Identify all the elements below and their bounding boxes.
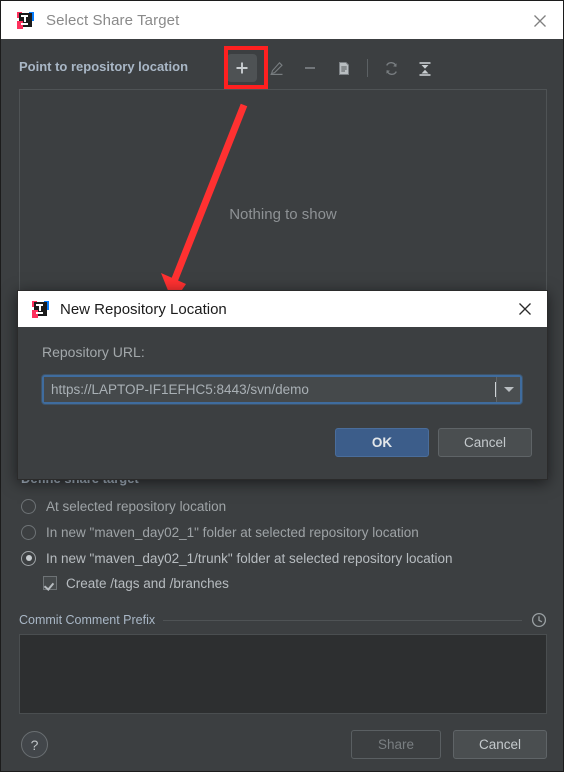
intellij-idea-logo-icon xyxy=(32,300,49,318)
help-button[interactable]: ? xyxy=(21,731,48,758)
repository-url-input[interactable] xyxy=(44,377,495,402)
radio-new-trunk-folder[interactable]: In new "maven_day02_1/trunk" folder at s… xyxy=(21,545,551,571)
radio-at-selected-location[interactable]: At selected repository location xyxy=(21,493,551,519)
select-share-target-window: Select Share Target Point to repository … xyxy=(0,0,564,772)
section-divider xyxy=(163,619,522,621)
repository-url-label: Repository URL: xyxy=(42,344,145,360)
radio-label: At selected repository location xyxy=(46,498,227,514)
intellij-idea-logo-icon xyxy=(17,11,34,29)
close-icon[interactable] xyxy=(516,300,534,318)
radio-indicator-selected xyxy=(21,550,36,566)
radio-indicator xyxy=(21,498,36,514)
share-button[interactable]: Share xyxy=(351,730,441,759)
checkbox-label: Create /tags and /branches xyxy=(66,575,229,591)
edit-repository-location-button[interactable] xyxy=(261,54,291,82)
document-icon xyxy=(339,61,349,75)
close-icon[interactable] xyxy=(531,12,549,30)
plus-icon xyxy=(236,62,248,74)
refresh-button[interactable] xyxy=(376,54,406,82)
ok-button[interactable]: OK xyxy=(335,428,429,457)
chevron-down-icon[interactable] xyxy=(496,377,520,402)
radio-indicator xyxy=(21,524,36,540)
dialog-cancel-button[interactable]: Cancel xyxy=(438,428,532,457)
commit-comment-prefix-label: Commit Comment Prefix xyxy=(19,613,156,627)
clock-history-icon[interactable] xyxy=(531,612,547,628)
collapse-all-icon xyxy=(419,61,431,76)
dialog-body: Repository URL: OK Cancel xyxy=(18,327,547,480)
radio-new-project-folder[interactable]: In new "maven_day02_1" folder at selecte… xyxy=(21,519,551,545)
add-repository-location-button[interactable] xyxy=(227,54,257,82)
dialog-titlebar: New Repository Location xyxy=(18,291,547,327)
create-tags-branches-checkbox[interactable]: Create /tags and /branches xyxy=(43,571,551,595)
repository-url-combobox[interactable] xyxy=(42,375,522,404)
share-target-radio-group: At selected repository location In new "… xyxy=(21,493,551,595)
window-title: Select Share Target xyxy=(46,11,180,29)
collapse-all-button[interactable] xyxy=(410,54,440,82)
pencil-edit-icon xyxy=(270,61,283,75)
remove-repository-location-button[interactable] xyxy=(295,54,325,82)
commit-comment-prefix-input[interactable] xyxy=(19,634,547,714)
refresh-icon xyxy=(385,61,397,75)
new-repository-location-dialog: New Repository Location Repository URL: … xyxy=(17,290,548,480)
minus-icon xyxy=(305,67,315,69)
radio-label: In new "maven_day02_1" folder at selecte… xyxy=(46,524,419,540)
window-titlebar: Select Share Target xyxy=(1,1,563,39)
repository-tree-panel[interactable]: Nothing to show xyxy=(19,89,547,294)
toolbar-label: Point to repository location xyxy=(19,59,189,74)
empty-state-text: Nothing to show xyxy=(229,206,337,223)
dialog-title: New Repository Location xyxy=(60,300,227,318)
cancel-button[interactable]: Cancel xyxy=(453,730,547,759)
details-button[interactable] xyxy=(329,54,359,82)
toolbar-separator xyxy=(367,59,368,77)
radio-label: In new "maven_day02_1/trunk" folder at s… xyxy=(46,550,453,566)
commit-comment-prefix-section: Commit Comment Prefix xyxy=(19,611,547,629)
checkbox-indicator xyxy=(43,576,57,590)
